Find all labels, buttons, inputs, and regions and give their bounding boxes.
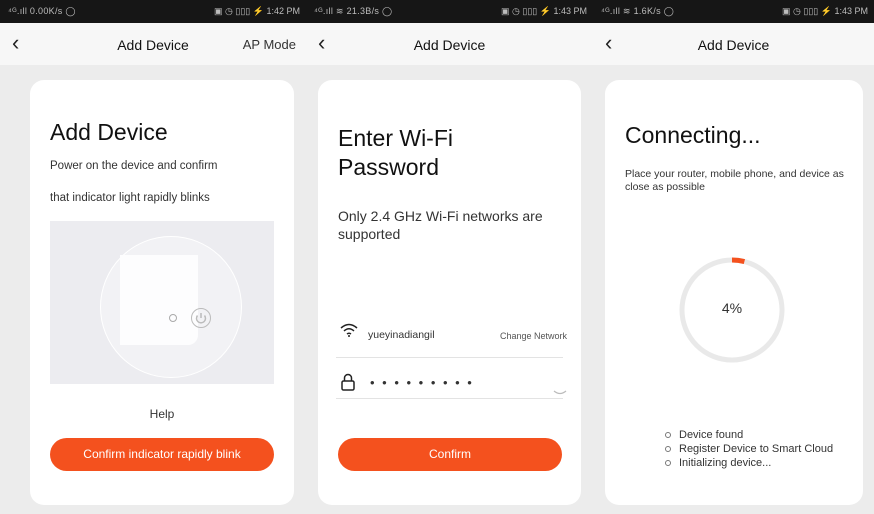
power-icon [191,308,211,328]
screen-connecting: ⁴ᴳ.ıll ≋ 1.6K/s ◯ ▣ ◷ ▯▯▯ ⚡ 1:43 PM ‹ Ad… [593,0,874,514]
connection-steps: Device found Register Device to Smart Cl… [665,428,833,470]
confirm-button[interactable]: Confirm [338,438,562,471]
bullet-icon [665,432,671,438]
card-title: Add Device [50,119,168,145]
step-item: Device found [665,428,833,442]
connecting-description: Place your router, mobile phone, and dev… [625,168,844,193]
status-right: ▣ ◷ ▯▯▯ ⚡ 1:42 PM [214,6,300,16]
wifi-card: Enter Wi-Fi Password Only 2.4 GHz Wi-Fi … [318,80,581,505]
nav-bar: ‹ Add Device AP Mode [0,23,306,65]
password-input[interactable]: • • • • • • • • • [370,375,474,390]
nav-bar: ‹ Add Device [306,23,593,65]
change-network-link[interactable]: Change Network [500,329,567,344]
screen-enter-wifi: ⁴ᴳ.ıll ≋ 21.3B/s ◯ ▣ ◷ ▯▯▯ ⚡ 1:43 PM ‹ A… [306,0,593,514]
progress-percent: 4% [721,300,743,316]
card-title: Connecting... [625,122,761,148]
card-title-line-2: Password [338,154,439,180]
divider [336,398,563,399]
ssid-text: yueyinadiangil [368,329,435,341]
screen-add-device-ap: ⁴ᴳ.ıll 0.00K/s ◯ ▣ ◷ ▯▯▯ ⚡ 1:42 PM ‹ Add… [0,0,306,514]
status-left: ⁴ᴳ.ıll ≋ 21.3B/s ◯ [314,6,393,16]
step-label: Device found [679,429,744,441]
instruction-line-1: Power on the device and confirm [50,160,218,172]
device-illustration [50,221,274,384]
step-label: Initializing device... [679,457,772,469]
divider [336,357,563,358]
help-link[interactable]: Help [30,407,294,422]
ap-mode-button[interactable]: AP Mode [243,37,296,52]
bullet-icon [665,446,671,452]
step-item: Initializing device... [665,456,833,470]
nav-title: Add Device [697,37,770,53]
card-title-line-1: Enter Wi-Fi [338,125,453,151]
add-device-card: Add Device Power on the device and confi… [30,80,294,505]
indicator-light-icon [169,314,177,322]
status-bar: ⁴ᴳ.ıll ≋ 21.3B/s ◯ ▣ ◷ ▯▯▯ ⚡ 1:43 PM [306,0,593,23]
status-left: ⁴ᴳ.ıll ≋ 1.6K/s ◯ [601,6,675,16]
step-label: Register Device to Smart Cloud [679,443,834,455]
status-bar: ⁴ᴳ.ıll ≋ 1.6K/s ◯ ▣ ◷ ▯▯▯ ⚡ 1:43 PM [593,0,874,23]
status-right: ▣ ◷ ▯▯▯ ⚡ 1:43 PM [501,6,587,16]
status-left: ⁴ᴳ.ıll 0.00K/s ◯ [8,6,76,16]
status-right: ▣ ◷ ▯▯▯ ⚡ 1:43 PM [782,6,868,16]
instruction-line-2: that indicator light rapidly blinks [50,192,210,204]
device-body [120,255,198,345]
wifi-subtitle: Only 2.4 GHz Wi-Fi networks are supporte… [338,208,543,242]
connecting-card: Connecting... Place your router, mobile … [605,80,863,505]
lock-icon [341,373,355,396]
nav-title: Add Device [413,37,486,53]
status-bar: ⁴ᴳ.ıll 0.00K/s ◯ ▣ ◷ ▯▯▯ ⚡ 1:42 PM [0,0,306,23]
confirm-blink-button[interactable]: Confirm indicator rapidly blink [50,438,274,471]
step-item: Register Device to Smart Cloud [665,442,833,456]
wifi-icon [340,323,358,342]
bullet-icon [665,460,671,466]
nav-bar: ‹ Add Device [593,23,874,65]
